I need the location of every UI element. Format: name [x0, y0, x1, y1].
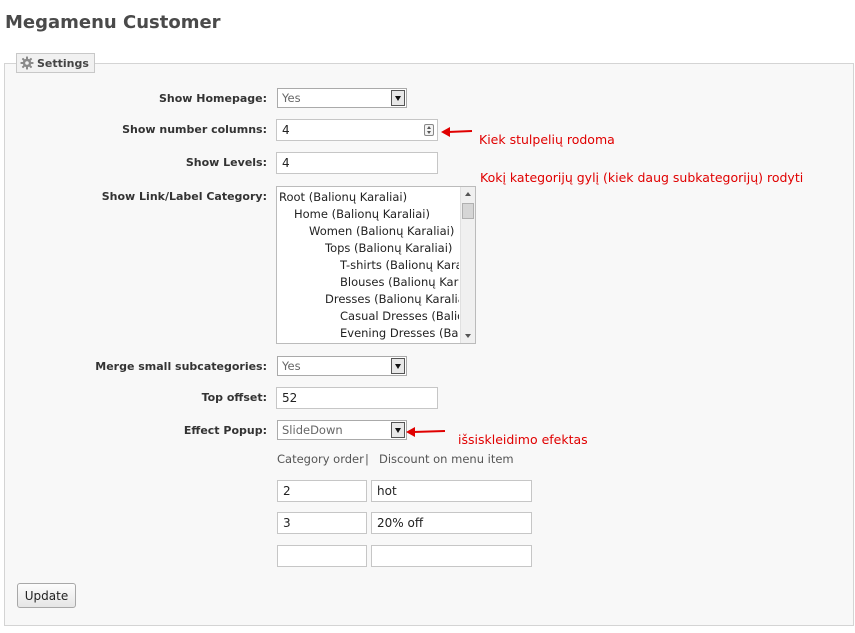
effect-popup-select[interactable]: SlideDown	[277, 420, 407, 440]
list-item[interactable]: Evening Dresses (Bali	[340, 325, 459, 342]
show-homepage-select[interactable]: Yes	[277, 88, 407, 108]
scroll-up-icon[interactable]	[465, 192, 471, 196]
list-item[interactable]: Blouses (Balionų Kara	[340, 274, 459, 291]
chevron-down-icon[interactable]	[391, 358, 405, 374]
chevron-down-icon[interactable]	[391, 422, 405, 438]
discount-input[interactable]: 20% off	[371, 512, 532, 534]
effect-popup-label: Effect Popup:	[183, 424, 267, 437]
show-levels-label: Show Levels:	[185, 156, 267, 169]
top-offset-value: 52	[282, 391, 298, 405]
levels-note: Kokį kategorijų gylį (kiek daug subkateg…	[480, 170, 804, 185]
gear-icon	[20, 56, 34, 70]
show-levels-input[interactable]: 4	[276, 152, 438, 174]
category-listbox[interactable]: Root (Balionų Karaliai) Home (Balionų Ka…	[276, 186, 476, 344]
list-item[interactable]: Root (Balionų Karaliai)	[279, 189, 459, 206]
list-item[interactable]: Dresses (Balionų Karalia	[325, 291, 459, 308]
settings-legend-label: Settings	[37, 56, 89, 70]
show-homepage-label: Show Homepage:	[158, 92, 267, 105]
listbox-scrollbar[interactable]	[460, 187, 475, 343]
update-button[interactable]: Update	[17, 583, 76, 608]
show-number-columns-label: Show number columns:	[122, 123, 267, 136]
show-number-columns-input[interactable]: 4	[276, 119, 438, 141]
discount-header: Discount on menu item	[379, 452, 514, 466]
discount-input[interactable]: hot	[371, 480, 532, 502]
show-number-columns-value: 4	[282, 123, 290, 137]
category-order-input[interactable]: 2	[277, 480, 367, 502]
scroll-down-icon[interactable]	[465, 334, 471, 338]
list-item[interactable]: Women (Balionų Karaliai)	[309, 223, 459, 240]
show-link-label-category-label: Show Link/Label Category:	[101, 190, 267, 203]
top-offset-label: Top offset:	[201, 391, 267, 404]
category-order-header: Category order	[277, 452, 364, 466]
columns-note: Kiek stulpelių rodoma	[479, 132, 615, 147]
category-order-value: 2	[283, 484, 291, 498]
settings-legend: Settings	[16, 53, 95, 73]
page-title: Megamenu Customer	[5, 12, 221, 33]
discount-input[interactable]	[371, 545, 532, 567]
header-separator: |	[365, 452, 369, 466]
red-arrow-icon	[441, 127, 473, 137]
settings-panel	[4, 63, 854, 626]
chevron-down-icon[interactable]	[391, 90, 405, 106]
show-homepage-value: Yes	[282, 91, 301, 105]
discount-value: hot	[377, 484, 397, 498]
scrollbar-thumb[interactable]	[462, 203, 474, 219]
discount-value: 20% off	[377, 516, 424, 530]
show-levels-value: 4	[282, 156, 290, 170]
red-arrow-icon	[406, 427, 446, 437]
effect-note: išsiskleidimo efektas	[458, 432, 588, 447]
merge-small-subcategories-select[interactable]: Yes	[277, 356, 407, 376]
list-item[interactable]: Home (Balionų Karaliai)	[294, 206, 459, 223]
list-item[interactable]: Casual Dresses (Balio	[340, 308, 459, 325]
category-order-value: 3	[283, 516, 291, 530]
top-offset-input[interactable]: 52	[276, 387, 438, 409]
category-order-input[interactable]: 3	[277, 512, 367, 534]
category-order-input[interactable]	[277, 545, 367, 567]
list-item[interactable]: T-shirts (Balionų Kara	[340, 257, 459, 274]
spinner-icon[interactable]	[424, 124, 434, 136]
list-item[interactable]: Tops (Balionų Karaliai)	[325, 240, 459, 257]
effect-popup-value: SlideDown	[282, 423, 343, 437]
merge-small-subcategories-value: Yes	[282, 359, 301, 373]
merge-small-subcategories-label: Merge small subcategories:	[95, 360, 267, 373]
